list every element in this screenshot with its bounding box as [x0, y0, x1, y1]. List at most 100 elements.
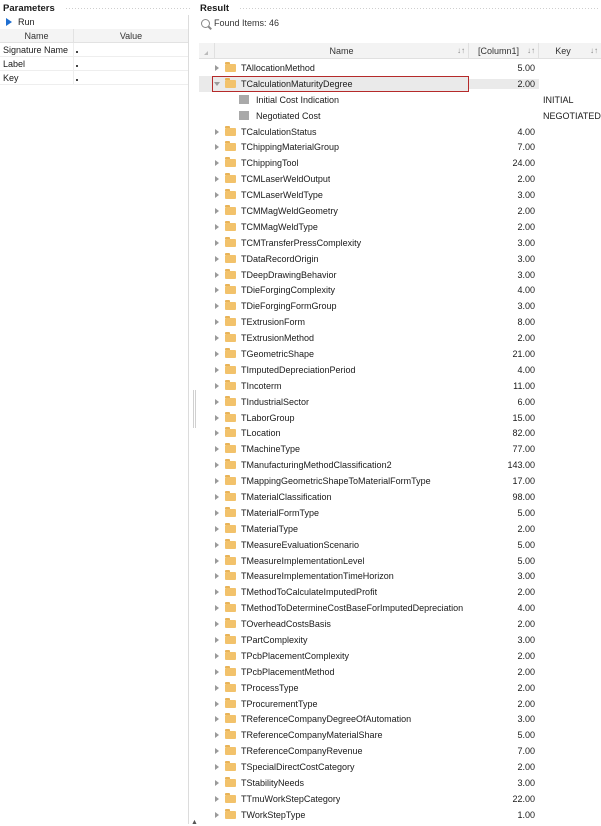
parameter-value-input[interactable] — [74, 71, 188, 84]
expand-icon[interactable] — [215, 144, 219, 151]
name-cell[interactable]: TExtrusionForm — [199, 314, 469, 330]
sort-icon[interactable]: ↓↑ — [527, 46, 535, 55]
expand-icon[interactable] — [215, 128, 219, 135]
expand-icon[interactable] — [215, 382, 219, 389]
column-header-name[interactable]: Name ↓↑ — [215, 43, 469, 58]
expand-icon[interactable] — [215, 255, 219, 262]
tree-folder-row[interactable]: TExtrusionForm 8.00 — [199, 314, 601, 330]
tree-folder-row[interactable]: TChippingTool 24.00 — [199, 155, 601, 171]
name-cell[interactable]: Negotiated Cost — [199, 108, 469, 124]
expand-icon[interactable] — [215, 64, 219, 71]
parameters-header-name[interactable]: Name — [0, 29, 74, 42]
tree-folder-row[interactable]: TCalculationMaturityDegree 2.00 — [199, 75, 601, 92]
sort-icon[interactable]: ↓↑ — [590, 46, 598, 55]
name-cell[interactable]: TCalculationMaturityDegree — [199, 75, 469, 92]
tree-folder-row[interactable]: TGeometricShape 21.00 — [199, 346, 601, 362]
name-cell[interactable]: TExtrusionMethod — [199, 330, 469, 346]
expand-icon[interactable] — [215, 366, 219, 373]
parameter-value-input[interactable] — [74, 57, 188, 70]
expand-icon[interactable] — [215, 732, 219, 739]
tree-folder-row[interactable]: TMethodToCalculateImputedProfit 2.00 — [199, 584, 601, 600]
name-cell[interactable]: TImputedDepreciationPeriod — [199, 362, 469, 378]
expand-icon[interactable] — [215, 287, 219, 294]
expand-icon[interactable] — [215, 176, 219, 183]
name-cell[interactable]: TMeasureImplementationTimeHorizon — [199, 569, 469, 585]
name-cell[interactable]: TMappingGeometricShapeToMaterialFormType — [199, 473, 469, 489]
tree-folder-row[interactable]: TCMLaserWeldOutput 2.00 — [199, 171, 601, 187]
tree-folder-row[interactable]: TExtrusionMethod 2.00 — [199, 330, 601, 346]
expand-icon[interactable] — [215, 621, 219, 628]
expand-icon[interactable] — [215, 541, 219, 548]
tree-leaf-row[interactable]: Negotiated Cost NEGOTIATED — [199, 108, 601, 124]
name-cell[interactable]: TCMMagWeldType — [199, 219, 469, 235]
name-cell[interactable]: TMaterialFormType — [199, 505, 469, 521]
expand-icon[interactable] — [215, 795, 219, 802]
name-cell[interactable]: TDeepDrawingBehavior — [199, 267, 469, 283]
name-cell[interactable]: TSpecialDirectCostCategory — [199, 759, 469, 775]
tree-folder-row[interactable]: TDieForgingFormGroup 3.00 — [199, 298, 601, 314]
expand-icon[interactable] — [215, 589, 219, 596]
expand-icon[interactable] — [215, 478, 219, 485]
expand-icon[interactable] — [215, 764, 219, 771]
expand-icon[interactable] — [215, 319, 219, 326]
name-cell[interactable]: TProcessType — [199, 680, 469, 696]
expand-icon[interactable] — [215, 668, 219, 675]
name-cell[interactable]: TMachineType — [199, 441, 469, 457]
tree-leaf-row[interactable]: Initial Cost Indication INITIAL — [199, 92, 601, 108]
collapse-icon[interactable] — [214, 81, 220, 86]
name-cell[interactable]: TMethodToDetermineCostBaseForImputedDepr… — [199, 600, 469, 616]
expand-icon[interactable] — [215, 573, 219, 580]
tree-folder-row[interactable]: TWorkStepType 1.00 — [199, 807, 601, 823]
tree-folder-row[interactable]: TSpecialDirectCostCategory 2.00 — [199, 759, 601, 775]
name-cell[interactable]: TMeasureEvaluationScenario — [199, 537, 469, 553]
column-header-key[interactable]: Key ↓↑ — [539, 43, 601, 58]
sort-icon[interactable]: ↓↑ — [457, 46, 465, 55]
expand-icon[interactable] — [215, 525, 219, 532]
scroll-up-icon[interactable]: ▲ — [191, 819, 198, 826]
name-cell[interactable]: TCalculationStatus — [199, 124, 469, 140]
expand-icon[interactable] — [215, 223, 219, 230]
expand-icon[interactable] — [215, 430, 219, 437]
name-cell[interactable]: TDataRecordOrigin — [199, 251, 469, 267]
name-cell[interactable]: TOverheadCostsBasis — [199, 616, 469, 632]
name-cell[interactable]: TDieForgingComplexity — [199, 282, 469, 298]
name-cell[interactable]: TCMTransferPressComplexity — [199, 235, 469, 251]
tree-folder-row[interactable]: TMaterialFormType 5.00 — [199, 505, 601, 521]
parameter-row[interactable]: Label — [0, 57, 188, 71]
tree-folder-row[interactable]: TManufacturingMethodClassification2 143.0… — [199, 457, 601, 473]
tree-folder-row[interactable]: TPcbPlacementComplexity 2.00 — [199, 648, 601, 664]
tree-folder-row[interactable]: TReferenceCompanyRevenue 7.00 — [199, 743, 601, 759]
tree-folder-row[interactable]: TMeasureImplementationTimeHorizon 3.00 — [199, 569, 601, 585]
tree-folder-row[interactable]: TIndustrialSector 6.00 — [199, 394, 601, 410]
expand-icon[interactable] — [215, 684, 219, 691]
tree-folder-row[interactable]: TMeasureImplementationLevel 5.00 — [199, 553, 601, 569]
expand-icon[interactable] — [215, 207, 219, 214]
tree-folder-row[interactable]: TOverheadCostsBasis 2.00 — [199, 616, 601, 632]
parameters-header-value[interactable]: Value — [74, 29, 188, 42]
expand-icon[interactable] — [215, 398, 219, 405]
tree-folder-row[interactable]: TReferenceCompanyDegreeOfAutomation 3.00 — [199, 712, 601, 728]
expand-icon[interactable] — [215, 462, 219, 469]
column-header-column1[interactable]: [Column1] ↓↑ — [469, 43, 539, 58]
expand-icon[interactable] — [215, 716, 219, 723]
tree-folder-row[interactable]: TDieForgingComplexity 4.00 — [199, 282, 601, 298]
name-cell[interactable]: TProcurementType — [199, 696, 469, 712]
tree-folder-row[interactable]: TProcessType 2.00 — [199, 680, 601, 696]
tree-folder-row[interactable]: TDataRecordOrigin 3.00 — [199, 251, 601, 267]
expand-icon[interactable] — [215, 509, 219, 516]
tree-folder-row[interactable]: TChippingMaterialGroup 7.00 — [199, 139, 601, 155]
name-cell[interactable]: TCMLaserWeldType — [199, 187, 469, 203]
tree-folder-row[interactable]: TMeasureEvaluationScenario 5.00 — [199, 537, 601, 553]
expand-icon[interactable] — [215, 748, 219, 755]
tree-folder-row[interactable]: TTmuWorkStepCategory 22.00 — [199, 791, 601, 807]
name-cell[interactable]: TChippingTool — [199, 155, 469, 171]
name-cell[interactable]: TPcbPlacementMethod — [199, 664, 469, 680]
name-cell[interactable]: TCMLaserWeldOutput — [199, 171, 469, 187]
name-cell[interactable]: TPartComplexity — [199, 632, 469, 648]
name-cell[interactable]: TMethodToCalculateImputedProfit — [199, 584, 469, 600]
tree-folder-row[interactable]: TImputedDepreciationPeriod 4.00 — [199, 362, 601, 378]
name-cell[interactable]: TManufacturingMethodClassification2 — [199, 457, 469, 473]
tree-folder-row[interactable]: TPcbPlacementMethod 2.00 — [199, 664, 601, 680]
expand-icon[interactable] — [215, 557, 219, 564]
name-cell[interactable]: TLocation — [199, 425, 469, 441]
